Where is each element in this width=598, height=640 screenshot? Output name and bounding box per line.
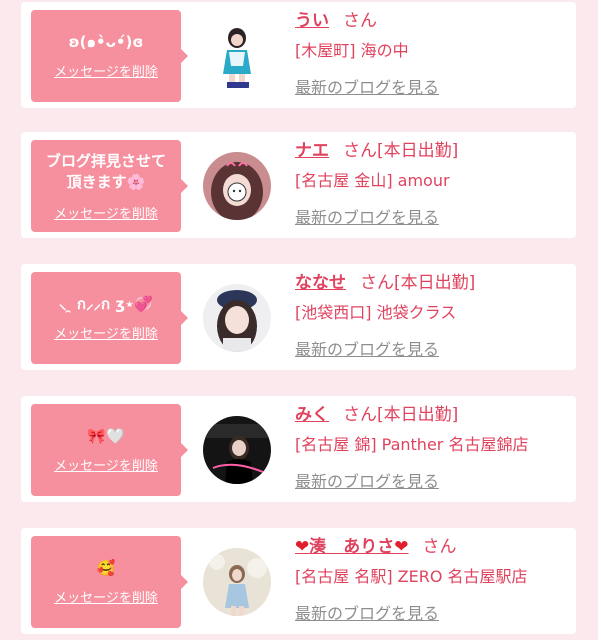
message-text: ブログ拝見させて 頂きます🌸 [46, 151, 166, 193]
cast-name-link[interactable]: みく [295, 405, 329, 425]
latest-blog-link[interactable]: 最新のブログを見る [295, 600, 439, 624]
message-card: 🎀🤍 メッセージを削除 みく さん[本日出勤] [名古屋 錦] Panther 名… [21, 396, 576, 502]
cast-name-link[interactable]: ❤湊 ありさ❤ [295, 537, 409, 557]
cast-info: うい さん [木屋町] 海の中 最新のブログを見る [295, 8, 568, 98]
message-line: ブログ拝見させて [45, 151, 166, 170]
honorific: さん [360, 273, 394, 293]
message-bubble: ⸜ ̯ ก⸝⸝ก ʒ⋆💞 メッセージを削除 [31, 272, 188, 364]
message-card: ブログ拝見させて 頂きます🌸 メッセージを削除 ナエ さん[本日出勤] [名古屋 … [21, 132, 576, 238]
avatar-image-icon [203, 548, 271, 616]
latest-blog-link[interactable]: 最新のブログを見る [295, 204, 439, 228]
honorific: さん [343, 11, 377, 31]
cast-name-text: 湊 ありさ [309, 537, 395, 557]
cast-info: みく さん[本日出勤] [名古屋 錦] Panther 名古屋錦店 最新のブログを… [295, 402, 568, 492]
work-status: [本日出勤] [377, 141, 459, 161]
avatar[interactable] [203, 22, 271, 90]
work-status: [本日出勤] [377, 405, 459, 425]
message-text: ʚ(๑•̀ᴗ•́)ɞ [68, 33, 144, 51]
avatar[interactable] [203, 284, 271, 352]
message-text: 🎀🤍 [87, 427, 125, 445]
message-text: ⸜ ̯ ก⸝⸝ก ʒ⋆💞 [58, 295, 153, 313]
shop-label: [名古屋 錦] Panther 名古屋錦店 [295, 435, 529, 454]
honorific: さん [343, 141, 377, 161]
shop-label: [名古屋 名駅] ZERO 名古屋駅店 [295, 567, 528, 586]
cast-name-link[interactable]: ななせ [295, 273, 346, 293]
message-bubble: 🎀🤍 メッセージを削除 [31, 404, 188, 496]
message-card: 🥰 メッセージを削除 ❤湊 ありさ❤ さん [名古屋 名駅] ZERO 名古屋駅店… [21, 528, 576, 634]
avatar-image-icon [203, 152, 271, 220]
delete-message-link[interactable]: メッセージを削除 [54, 587, 158, 606]
message-bubble: ʚ(๑•̀ᴗ•́)ɞ メッセージを削除 [31, 10, 188, 102]
message-bubble: 🥰 メッセージを削除 [31, 536, 188, 628]
latest-blog-link[interactable]: 最新のブログを見る [295, 468, 439, 492]
cast-info: ❤湊 ありさ❤ さん [名古屋 名駅] ZERO 名古屋駅店 最新のブログを見る [295, 534, 568, 624]
delete-message-link[interactable]: メッセージを削除 [54, 323, 158, 342]
cast-info: ななせ さん[本日出勤] [池袋西口] 池袋クラス 最新のブログを見る [295, 270, 568, 360]
delete-message-link[interactable]: メッセージを削除 [54, 203, 158, 222]
avatar[interactable] [203, 548, 271, 616]
honorific: さん [422, 537, 457, 557]
heart-icon: ❤ [295, 537, 310, 557]
message-line: 頂きます🌸 [66, 172, 146, 191]
honorific: さん [343, 405, 377, 425]
avatar[interactable] [203, 416, 271, 484]
heart-icon: ❤ [394, 537, 409, 557]
message-bubble: ブログ拝見させて 頂きます🌸 メッセージを削除 [31, 140, 188, 232]
shop-label: [名古屋 金山] amour [295, 171, 450, 190]
delete-message-link[interactable]: メッセージを削除 [54, 455, 158, 474]
avatar-image-icon [203, 284, 271, 352]
avatar-image-icon [203, 416, 271, 484]
shop-label: [池袋西口] 池袋クラス [295, 303, 457, 322]
avatar-image-icon [203, 22, 271, 90]
message-card: ʚ(๑•̀ᴗ•́)ɞ メッセージを削除 うい さん [木屋町] 海の中 最新のブロ… [21, 2, 576, 108]
cast-info: ナエ さん[本日出勤] [名古屋 金山] amour 最新のブログを見る [295, 138, 568, 228]
cast-name-link[interactable]: うい [295, 11, 329, 31]
avatar[interactable] [203, 152, 271, 220]
message-card: ⸜ ̯ ก⸝⸝ก ʒ⋆💞 メッセージを削除 ななせ さん[本日出勤] [池袋西口]… [21, 264, 576, 370]
delete-message-link[interactable]: メッセージを削除 [54, 61, 158, 80]
work-status: [本日出勤] [394, 273, 476, 293]
latest-blog-link[interactable]: 最新のブログを見る [295, 74, 439, 98]
latest-blog-link[interactable]: 最新のブログを見る [295, 336, 439, 360]
shop-label: [木屋町] 海の中 [295, 41, 409, 60]
cast-name-link[interactable]: ナエ [295, 141, 329, 161]
message-text: 🥰 [96, 559, 116, 577]
